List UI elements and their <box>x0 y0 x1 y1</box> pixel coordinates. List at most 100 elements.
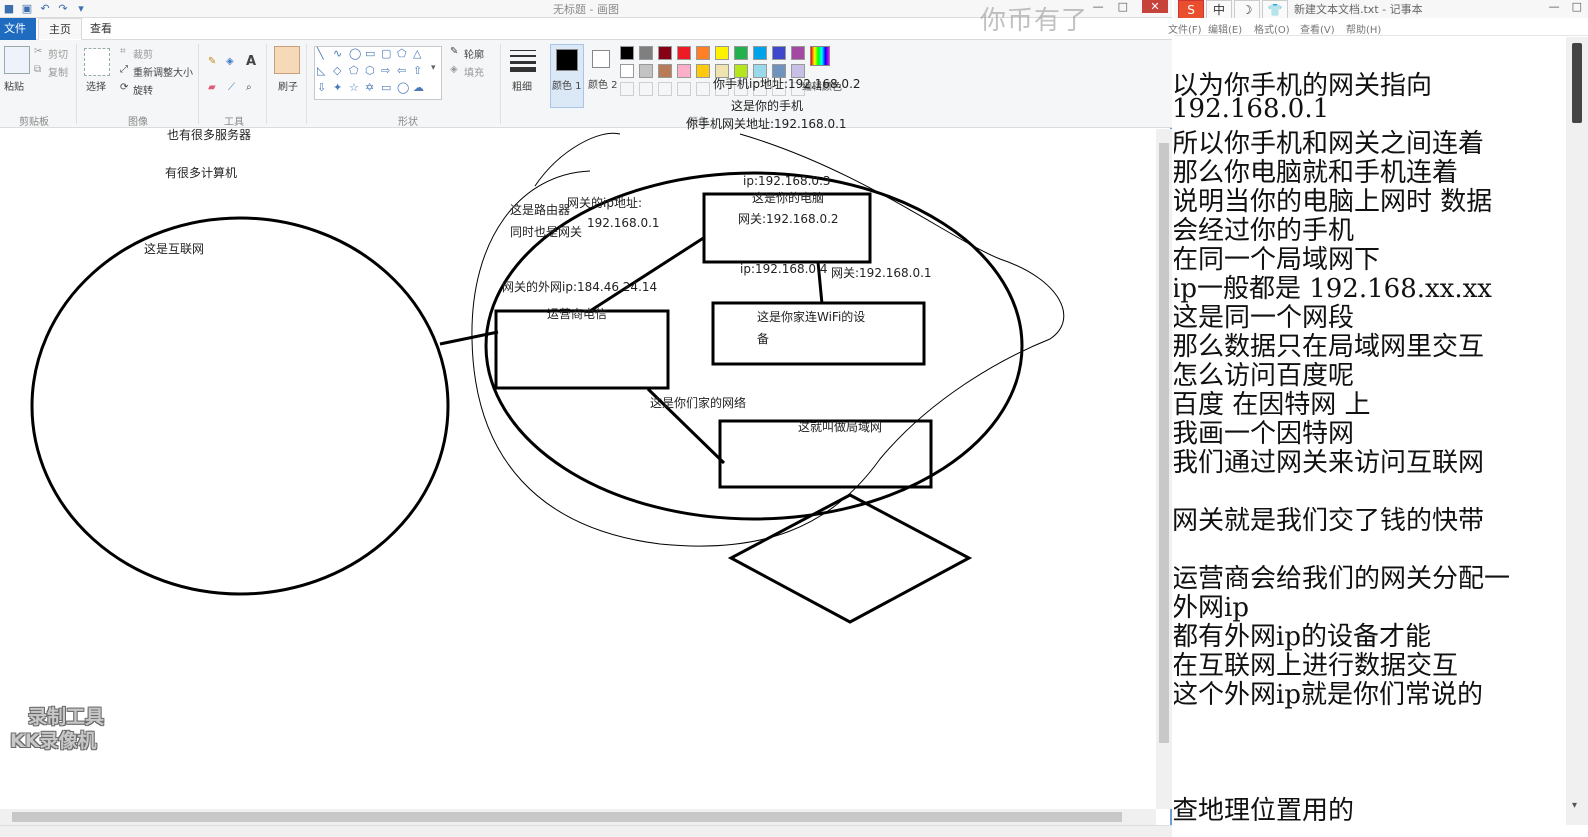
fill-bucket-icon: ◈ <box>450 64 458 75</box>
down-arrow-shape-icon[interactable]: ⇩ <box>317 81 326 94</box>
minimize-icon[interactable]: — <box>1093 0 1104 13</box>
maximize-icon[interactable]: □ <box>1118 0 1128 13</box>
close-icon[interactable]: ✕ <box>1142 0 1168 13</box>
palette-swatch[interactable] <box>753 46 767 60</box>
custom-color-slot[interactable] <box>658 82 672 96</box>
select-icon[interactable] <box>84 48 110 76</box>
paint-window-controls: — □ ✕ <box>1093 0 1168 13</box>
menu-view[interactable]: 查看(V) <box>1300 21 1335 36</box>
label-phone-gateway: 你手机网关地址:192.168.0.1 <box>686 117 847 131</box>
palette-swatch[interactable] <box>677 64 691 78</box>
scroll-down-icon[interactable]: ▾ <box>1572 800 1577 811</box>
palette-swatch[interactable] <box>715 46 729 60</box>
rounded-rectangle-shape-icon[interactable]: ▢ <box>381 47 391 60</box>
horizontal-scroll-thumb[interactable] <box>12 812 1122 822</box>
size-lines-icon[interactable] <box>510 48 536 72</box>
triangle-shape-icon[interactable]: △ <box>413 47 421 60</box>
menu-file[interactable]: 文件(F) <box>1168 21 1202 36</box>
palette-swatch[interactable] <box>639 64 653 78</box>
custom-color-slot[interactable] <box>620 82 634 96</box>
maximize-icon[interactable]: □ <box>1572 0 1582 13</box>
paste-button[interactable]: 粘贴 <box>4 78 24 93</box>
rotate-button[interactable]: 旋转 <box>133 82 153 97</box>
custom-color-slot[interactable] <box>696 82 710 96</box>
minimize-icon[interactable]: — <box>1549 0 1560 13</box>
magnifier-icon[interactable]: ⌕ <box>246 82 252 93</box>
rectangle-shape-icon[interactable]: ▭ <box>365 47 375 60</box>
palette-swatch[interactable] <box>791 46 805 60</box>
eraser-icon[interactable]: ▰ <box>208 82 216 93</box>
size-button[interactable]: 粗细 <box>512 78 532 93</box>
outline-dropdown[interactable]: 轮廓 <box>464 46 484 61</box>
up-arrow-shape-icon[interactable]: ⇧ <box>413 64 422 77</box>
shapes-scroll-icon[interactable]: ▾ <box>431 63 436 73</box>
label-wifi-gateway: 网关:192.168.0.1 <box>831 266 932 280</box>
palette-swatch[interactable] <box>639 46 653 60</box>
tab-file[interactable]: 文件 <box>0 18 36 40</box>
menu-help[interactable]: 帮助(H) <box>1346 21 1381 36</box>
canvas-vertical-scrollbar[interactable] <box>1156 129 1172 809</box>
color-picker-icon[interactable]: ⟋ <box>228 82 235 93</box>
palette-swatch[interactable] <box>658 46 672 60</box>
palette-swatch[interactable] <box>772 46 786 60</box>
vertical-scroll-thumb[interactable] <box>1159 143 1169 743</box>
four-point-star-shape-icon[interactable]: ✦ <box>333 81 342 94</box>
notepad-text-area[interactable]: 以为你手机的网关指向 192.168.0.1 所以你手机和网关之间连着 那么你电脑就和… <box>1174 37 1562 825</box>
line-shape-icon[interactable]: ╲ <box>317 47 324 60</box>
pencil-icon[interactable]: ✎ <box>208 56 216 67</box>
fill-dropdown[interactable]: 填充 <box>464 64 484 79</box>
crop-button[interactable]: 裁剪 <box>133 46 153 61</box>
tab-home[interactable]: 主页 <box>38 18 82 40</box>
edit-colors-icon[interactable] <box>810 46 830 66</box>
palette-swatch[interactable] <box>620 46 634 60</box>
paste-icon[interactable] <box>4 46 30 74</box>
color1-selector[interactable]: 颜色 1 <box>550 44 584 108</box>
oval-shape-icon[interactable]: ◯ <box>349 47 361 60</box>
custom-color-slot[interactable] <box>677 82 691 96</box>
diamond-shape-icon[interactable]: ◇ <box>333 64 341 77</box>
tab-view[interactable]: 查看 <box>80 18 122 40</box>
notepad-scroll-thumb[interactable] <box>1572 43 1582 123</box>
right-triangle-shape-icon[interactable]: ◺ <box>317 64 325 77</box>
brush-icon[interactable] <box>274 46 300 74</box>
fill-icon[interactable]: ◈ <box>226 56 234 67</box>
cut-button[interactable]: 剪切 <box>48 46 68 61</box>
text-icon[interactable]: A <box>246 54 256 69</box>
palette-swatch[interactable] <box>734 46 748 60</box>
pentagon-shape-icon[interactable]: ⬠ <box>349 64 359 77</box>
ribbon-home: 粘贴 ✂ 剪切 ⧉ 复制 剪贴板 选择 ⌗ 裁剪 ⤢ 重新调整大小 ⟳ 旋转 图… <box>0 40 1172 128</box>
custom-color-slot[interactable] <box>639 82 653 96</box>
right-arrow-shape-icon[interactable]: ⇨ <box>381 64 390 77</box>
color1-swatch <box>556 49 578 71</box>
curve-shape-icon[interactable]: ∿ <box>333 47 342 60</box>
notepad-vertical-scrollbar[interactable]: ▾ <box>1566 37 1588 825</box>
label-phone: 这是你的手机 <box>731 99 804 113</box>
ime-language-toggle[interactable]: 中 <box>1206 0 1232 20</box>
polygon-shape-icon[interactable]: ⬠ <box>397 47 407 60</box>
notepad-window-title: 新建文本文档.txt - 记事本 <box>1294 3 1423 16</box>
moon-icon[interactable]: ☽ <box>1234 0 1260 20</box>
palette-swatch[interactable] <box>696 64 710 78</box>
callout-rect-shape-icon[interactable]: ▭ <box>381 81 391 94</box>
color2-selector[interactable]: 颜色 2 <box>588 44 618 108</box>
notepad-window: S 中 ☽ 👕 新建文本文档.txt - 记事本 — □ 文件(F) 编辑(E)… <box>1168 0 1588 837</box>
palette-swatch[interactable] <box>620 64 634 78</box>
canvas-horizontal-scrollbar[interactable] <box>0 809 1156 825</box>
palette-swatch[interactable] <box>677 46 691 60</box>
copy-button[interactable]: 复制 <box>48 64 68 79</box>
callout-cloud-shape-icon[interactable]: ☁ <box>413 81 424 94</box>
callout-oval-shape-icon[interactable]: ◯ <box>397 81 409 94</box>
menu-format[interactable]: 格式(O) <box>1254 21 1290 36</box>
left-arrow-shape-icon[interactable]: ⇦ <box>397 64 406 77</box>
sogou-logo-icon[interactable]: S <box>1178 0 1204 20</box>
five-point-star-shape-icon[interactable]: ☆ <box>349 81 359 94</box>
menu-edit[interactable]: 编辑(E) <box>1208 21 1242 36</box>
palette-swatch[interactable] <box>696 46 710 60</box>
select-button[interactable]: 选择 <box>86 78 106 93</box>
shirt-icon[interactable]: 👕 <box>1262 0 1288 20</box>
palette-swatch[interactable] <box>658 64 672 78</box>
resize-button[interactable]: 重新调整大小 <box>133 64 193 79</box>
hexagon-shape-icon[interactable]: ⬡ <box>365 64 375 77</box>
six-point-star-shape-icon[interactable]: ✡ <box>365 81 374 94</box>
brushes-button[interactable]: 刷子 <box>278 78 298 93</box>
